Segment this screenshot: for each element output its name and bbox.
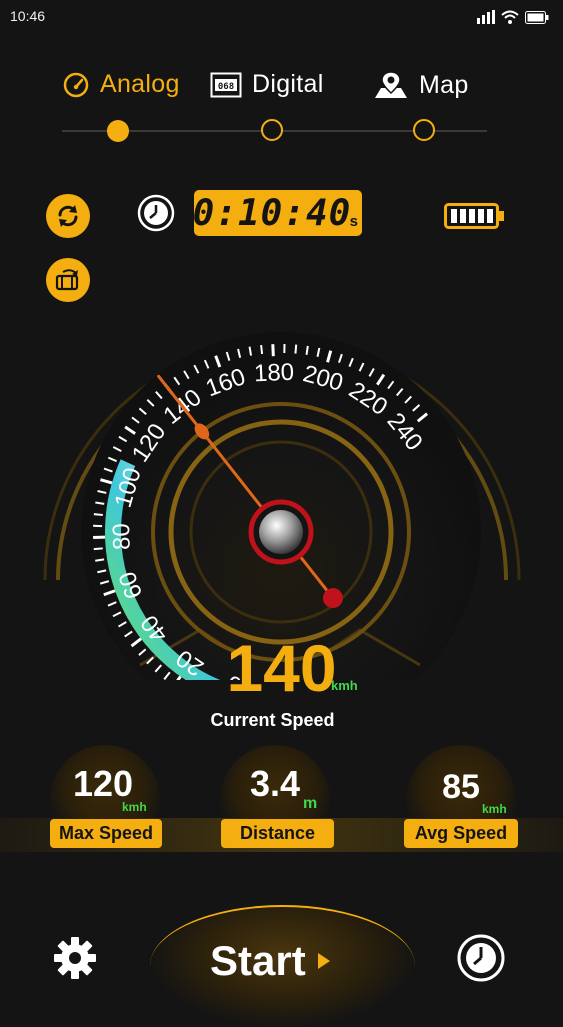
distance-label: Distance	[221, 819, 334, 848]
speedometer-gauge: 020406080100120140160180200220240	[0, 280, 563, 680]
gauge-tick	[94, 514, 103, 515]
current-speed-value: 140	[0, 630, 563, 706]
digital-display-icon: 068	[210, 72, 242, 98]
gauge-tick	[295, 345, 296, 354]
timer-value: 0:10:40	[193, 193, 352, 234]
tab-digital-label: Digital	[252, 70, 324, 99]
settings-button[interactable]	[52, 935, 98, 986]
gauge-tick	[95, 559, 104, 560]
current-speed-unit: kmh	[331, 678, 358, 693]
tab-digital[interactable]: 068 Digital	[210, 70, 324, 99]
start-label: Start	[210, 937, 306, 985]
play-arrow-icon	[316, 951, 332, 971]
speedometer-icon	[62, 71, 90, 99]
max-speed-unit: kmh	[122, 800, 147, 814]
current-speed-label: Current Speed	[0, 710, 545, 731]
max-speed-value: 120	[50, 763, 156, 805]
tab-map-label: Map	[419, 71, 469, 100]
tab-map[interactable]: Map	[373, 70, 469, 100]
tab-indicator-map[interactable]	[413, 119, 435, 141]
gauge-tick	[273, 344, 274, 356]
tab-analog[interactable]: Analog	[62, 70, 180, 99]
wifi-icon	[501, 10, 519, 24]
gauge-tick	[307, 346, 308, 355]
timer-icon	[136, 193, 176, 238]
avg-speed-label: Avg Speed	[404, 819, 518, 848]
gauge-tick	[261, 345, 262, 354]
refresh-icon	[54, 202, 82, 230]
map-pin-icon	[373, 70, 409, 100]
gauge-label: 180	[253, 359, 294, 388]
tab-indicator-analog[interactable]	[107, 120, 129, 142]
trip-timer: 0:10:40 s	[194, 190, 362, 236]
timer-unit: s	[350, 213, 358, 230]
reset-button[interactable]	[46, 194, 90, 238]
distance-unit: m	[303, 795, 317, 813]
tab-indicator-digital[interactable]	[261, 119, 283, 141]
svg-text:068: 068	[218, 82, 234, 92]
gear-icon	[52, 935, 98, 981]
gauge-tick	[94, 548, 103, 549]
status-time: 10:46	[10, 8, 45, 24]
avg-speed-unit: kmh	[482, 802, 507, 816]
status-icons	[477, 10, 549, 24]
needle-hub	[259, 510, 303, 554]
battery-icon	[444, 203, 506, 234]
history-clock-icon	[456, 933, 506, 983]
start-button[interactable]: Start	[210, 937, 360, 985]
history-button[interactable]	[456, 933, 506, 988]
max-speed-label: Max Speed	[50, 819, 162, 848]
tab-analog-label: Analog	[100, 70, 180, 99]
gauge-label: 80	[108, 523, 136, 550]
signal-icon	[477, 10, 495, 24]
gauge-tick	[95, 502, 104, 503]
phone-battery-icon	[525, 11, 549, 24]
